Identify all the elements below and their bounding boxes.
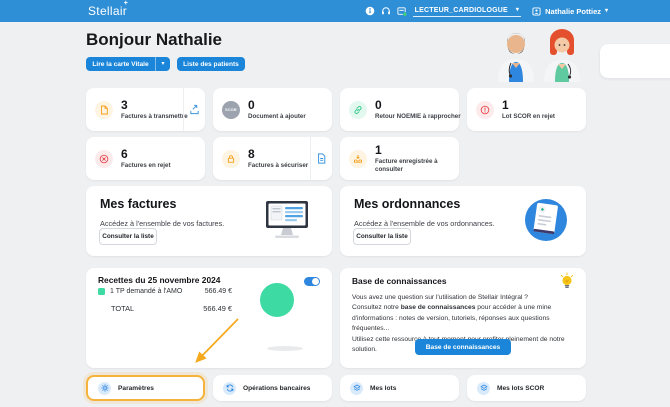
user-menu-name: Nathalie Pottiez [545,7,601,16]
legend-value: 566.49 € [192,288,232,295]
stat-value: 1 [502,99,555,111]
stat-value: 0 [375,99,459,111]
mes-ordonnances-description: Accédez à l'ensemble de vos ordonnances. [354,219,495,228]
shortcut-label: Opérations bancaires [243,385,310,392]
stat-label: Factures à sécuriser [248,162,308,169]
monitor-illustration [262,199,312,241]
kb-line1: Vous avez une question sur l'utilisation… [352,294,528,301]
error-circle-icon [95,150,113,168]
read-vitale-card-label[interactable]: Lire la carte Vitale [86,57,156,71]
donut-shadow [267,346,303,351]
read-vitale-card-button[interactable]: Lire la carte Vitale ▾ [86,57,170,71]
recettes-card: Recettes du 25 novembre 2024 1 TP demand… [86,268,332,368]
legend-item: 1 TP demandé à l'AMO [98,288,182,295]
stellair-logo: Stellair [88,4,127,18]
secure-invoices-button[interactable] [310,137,332,180]
top-bar: Stellair LECTEUR_CARDIOLOGUE ▾ Nathalie … [0,0,670,22]
document-icon [95,101,113,119]
knowledge-base-button[interactable]: Base de connaissances [415,339,511,355]
side-widget [600,44,670,78]
total-label: TOTAL [111,304,134,313]
mes-factures-description: Accédez à l'ensemble de vos factures. [100,219,224,228]
consulter-liste-ordonnances-button[interactable]: Consulter la liste [353,228,411,245]
transmit-button[interactable] [183,88,205,131]
info-icon[interactable] [365,6,375,16]
headset-icon[interactable] [381,6,391,16]
stat-label: Facture enregistrée à consulter [375,158,443,173]
mes-ordonnances-title: Mes ordonnances [354,197,460,211]
stat-value: 0 [248,99,306,111]
shortcut-label: Paramètres [118,385,154,392]
stat-value: 6 [121,148,171,160]
read-vitale-dropdown[interactable]: ▾ [156,57,170,71]
recettes-title: Recettes du 25 novembre 2024 [98,275,220,285]
total-row: TOTAL [111,304,134,313]
shortcut-operations-bancaires[interactable]: Opérations bancaires [213,375,332,401]
stat-card-document-a-ajouter[interactable]: SCOR 0 Document à ajouter [213,88,332,131]
shortcut-mes-lots[interactable]: Mes lots [340,375,459,401]
prescription-illustration [522,196,570,244]
stat-label: Factures en rejet [121,162,171,169]
shortcut-parametres[interactable]: Paramètres [86,375,205,401]
stat-card-retour-noemie[interactable]: 0 Retour NOEMIE à rapprocher [340,88,459,131]
stat-card-factures-en-rejet[interactable]: 6 Factures en rejet [86,137,205,180]
shortcut-label: Mes lots [370,385,396,392]
user-badge-icon [531,6,541,16]
stat-value: 1 [375,144,443,156]
reader-select[interactable]: LECTEUR_CARDIOLOGUE ▾ [413,6,521,17]
stat-card-facture-enregistree[interactable]: 1 Facture enregistrée à consulter [340,137,459,180]
total-value: 566.49 € [192,304,232,313]
recettes-toggle[interactable] [304,277,320,286]
alert-icon [476,101,494,119]
mes-factures-card: Mes factures Accédez à l'ensemble de vos… [86,186,332,256]
stat-label: Document à ajouter [248,113,306,120]
stat-card-lot-scor-en-rejet[interactable]: 1 Lot SCOR en rejet [467,88,586,131]
shortcut-label: Mes lots SCOR [497,385,544,392]
layers-icon [477,382,490,395]
patients-list-button[interactable]: Liste des patients [177,57,245,71]
stat-card-factures-a-securiser[interactable]: 8 Factures à sécuriser [213,137,332,180]
mes-ordonnances-card: Mes ordonnances Accédez à l'ensemble de … [340,186,586,256]
kb-line2-bold: base de connaissances [401,304,476,311]
stat-value: 8 [248,148,308,160]
inbox-download-icon [349,150,367,168]
chevron-down-icon: ▾ [516,7,519,13]
recettes-donut-chart [260,283,294,317]
legend-label: 1 TP demandé à l'AMO [110,288,182,295]
layers-icon [350,382,363,395]
gear-icon [98,382,111,395]
lock-icon [222,150,240,168]
knowledge-base-card: Base de connaissances Vous avez une ques… [340,268,586,368]
scor-badge-icon: SCOR [222,101,240,119]
card-reader-icon[interactable] [397,6,407,16]
doctors-illustration [488,26,588,82]
shortcut-mes-lots-scor[interactable]: Mes lots SCOR [467,375,586,401]
stat-label: Lot SCOR en rejet [502,113,555,120]
chevron-down-icon: ▾ [605,8,608,14]
stat-label: Factures à transmettre [121,113,188,120]
bank-operations-icon [223,382,236,395]
chevron-down-icon: ▾ [161,61,164,67]
lightbulb-icon [559,272,575,290]
stat-card-factures-a-transmettre[interactable]: 3 Factures à transmettre [86,88,205,131]
kb-line2-pre: Consultez notre [352,304,401,311]
page-title: Bonjour Nathalie [86,30,222,50]
stat-label: Retour NOEMIE à rapprocher [375,113,459,120]
link-icon [349,101,367,119]
knowledge-base-title: Base de connaissances [352,276,447,286]
user-menu[interactable]: Nathalie Pottiez ▾ [531,6,608,16]
reader-select-value: LECTEUR_CARDIOLOGUE [415,7,508,14]
mes-factures-title: Mes factures [100,197,176,211]
consulter-liste-factures-button[interactable]: Consulter la liste [99,228,157,245]
stat-value: 3 [121,99,188,111]
legend-swatch [98,288,105,295]
